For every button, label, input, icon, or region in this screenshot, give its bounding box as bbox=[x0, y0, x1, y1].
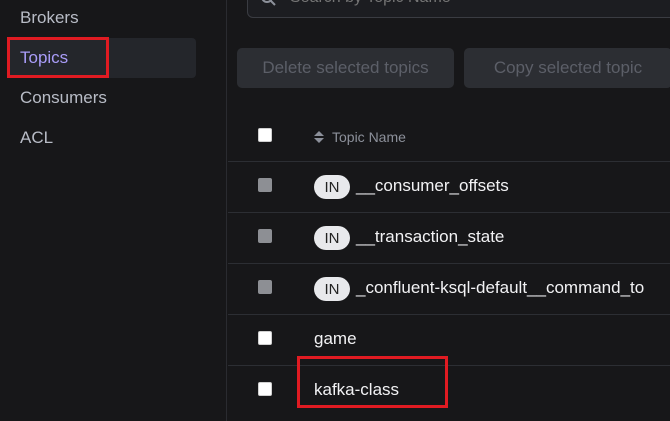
column-header-label: Topic Name bbox=[332, 129, 406, 145]
internal-badge: IN bbox=[314, 226, 350, 250]
topics-table: Topic Name IN __consumer_offsets IN __tr… bbox=[228, 110, 670, 417]
table-header-row: Topic Name bbox=[228, 110, 670, 162]
topic-name-link[interactable]: kafka-class bbox=[314, 380, 399, 400]
row-checkbox bbox=[258, 178, 272, 192]
sidebar-item-consumers[interactable]: Consumers bbox=[8, 78, 196, 118]
topic-name-link[interactable]: __transaction_state bbox=[356, 227, 504, 247]
column-header-topic-name[interactable]: Topic Name bbox=[314, 129, 406, 145]
delete-selected-topics-button[interactable]: Delete selected topics bbox=[237, 48, 454, 88]
row-checkbox[interactable] bbox=[258, 331, 272, 345]
topic-name-link[interactable]: _confluent-ksql-default__command_to bbox=[356, 278, 644, 298]
topic-name-link[interactable]: __consumer_offsets bbox=[356, 176, 509, 196]
table-row: IN __consumer_offsets bbox=[228, 162, 670, 213]
table-row: IN __transaction_state bbox=[228, 213, 670, 264]
internal-badge: IN bbox=[314, 175, 350, 199]
topic-name-link[interactable]: game bbox=[314, 329, 357, 349]
sidebar-item-brokers[interactable]: Brokers bbox=[8, 0, 196, 38]
sidebar-item-acl[interactable]: ACL bbox=[8, 118, 196, 158]
sort-icon bbox=[314, 131, 324, 143]
table-row: game bbox=[228, 315, 670, 366]
row-checkbox[interactable] bbox=[258, 382, 272, 396]
copy-selected-topic-button[interactable]: Copy selected topic bbox=[464, 48, 670, 88]
search-input[interactable] bbox=[288, 0, 670, 8]
table-row: IN _confluent-ksql-default__command_to bbox=[228, 264, 670, 315]
main-content: Delete selected topics Copy selected top… bbox=[228, 0, 670, 421]
row-checkbox bbox=[258, 280, 272, 294]
internal-badge: IN bbox=[314, 277, 350, 301]
app-root: Brokers Topics Consumers ACL Delete sele… bbox=[0, 0, 670, 421]
table-row: kafka-class bbox=[228, 366, 670, 417]
sidebar: Brokers Topics Consumers ACL bbox=[0, 0, 227, 421]
search-icon bbox=[261, 0, 276, 6]
search-box[interactable] bbox=[247, 0, 670, 18]
sidebar-item-topics[interactable]: Topics bbox=[8, 38, 196, 78]
row-checkbox bbox=[258, 229, 272, 243]
select-all-checkbox[interactable] bbox=[258, 128, 272, 142]
